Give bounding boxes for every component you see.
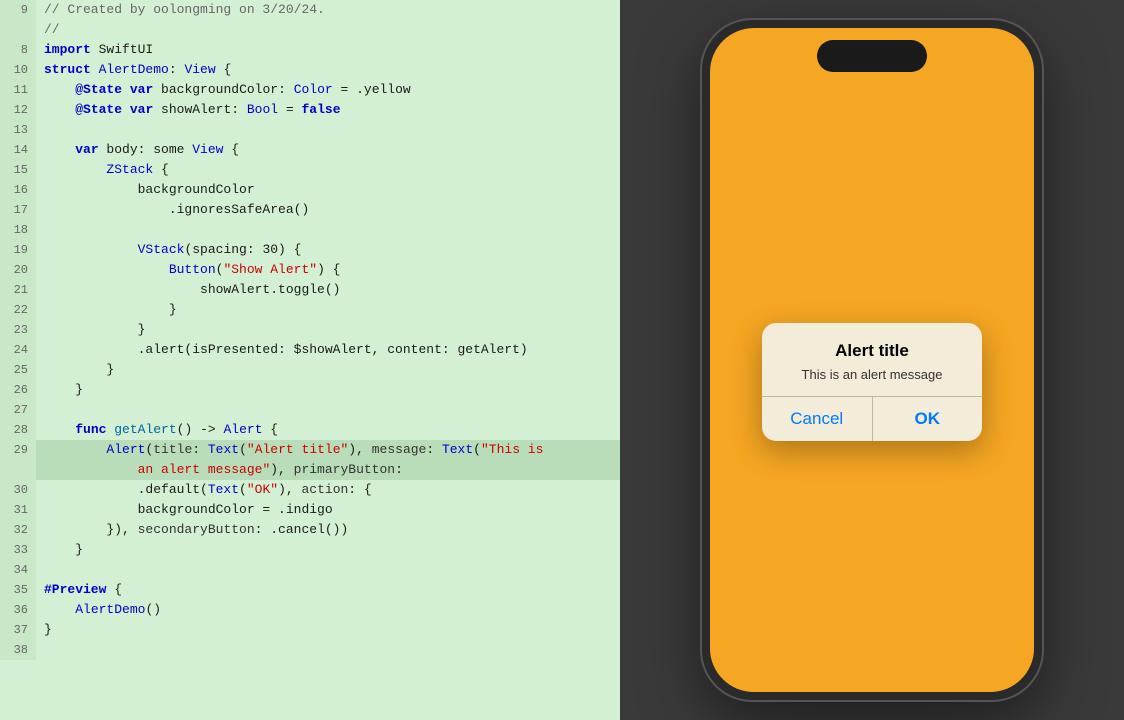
code-line: 13 (0, 120, 620, 140)
preview-panel: Alert title This is an alert message Can… (620, 0, 1124, 720)
code-line: 12 @State var showAlert: Bool = false (0, 100, 620, 120)
code-line: 35 #Preview { (0, 580, 620, 600)
phone-screen: Alert title This is an alert message Can… (710, 28, 1034, 692)
code-line: 9 // Created by oolongming on 3/20/24. (0, 0, 620, 20)
code-editor: 9 // Created by oolongming on 3/20/24. /… (0, 0, 620, 720)
phone-content: Alert title This is an alert message Can… (710, 72, 1034, 692)
code-line: 24 .alert(isPresented: $showAlert, conte… (0, 340, 620, 360)
code-line: 27 (0, 400, 620, 420)
alert-cancel-button[interactable]: Cancel (762, 397, 872, 441)
code-line: 38 (0, 640, 620, 660)
code-line: 15 ZStack { (0, 160, 620, 180)
code-line: 23 } (0, 320, 620, 340)
code-line: 20 Button("Show Alert") { (0, 260, 620, 280)
code-line: 18 (0, 220, 620, 240)
alert-body: Alert title This is an alert message (762, 323, 982, 396)
phone-mockup: Alert title This is an alert message Can… (702, 20, 1042, 700)
code-line: 8 import SwiftUI (0, 40, 620, 60)
code-line: 31 backgroundColor = .indigo (0, 500, 620, 520)
code-line: // (0, 20, 620, 40)
code-line: 25 } (0, 360, 620, 380)
dynamic-island (817, 40, 927, 72)
code-line: 17 .ignoresSafeArea() (0, 200, 620, 220)
code-line: 32 }), secondaryButton: .cancel()) (0, 520, 620, 540)
code-line: 29 Alert(title: Text("Alert title"), mes… (0, 440, 620, 460)
code-line: 21 showAlert.toggle() (0, 280, 620, 300)
code-line: 37 } (0, 620, 620, 640)
code-line: 10 struct AlertDemo: View { (0, 60, 620, 80)
alert-ok-button[interactable]: OK (873, 397, 983, 441)
code-line: an alert message"), primaryButton: (0, 460, 620, 480)
code-line: 28 func getAlert() -> Alert { (0, 420, 620, 440)
code-line: 14 var body: some View { (0, 140, 620, 160)
alert-dialog: Alert title This is an alert message Can… (762, 323, 982, 441)
code-line: 36 AlertDemo() (0, 600, 620, 620)
alert-title: Alert title (778, 341, 966, 361)
code-line: 33 } (0, 540, 620, 560)
code-line: 22 } (0, 300, 620, 320)
alert-message: This is an alert message (778, 367, 966, 382)
code-line: 11 @State var backgroundColor: Color = .… (0, 80, 620, 100)
alert-buttons: Cancel OK (762, 397, 982, 441)
code-line: 30 .default(Text("OK"), action: { (0, 480, 620, 500)
code-line: 26 } (0, 380, 620, 400)
code-line: 19 VStack(spacing: 30) { (0, 240, 620, 260)
code-line: 16 backgroundColor (0, 180, 620, 200)
code-content: 9 // Created by oolongming on 3/20/24. /… (0, 0, 620, 720)
code-line: 34 (0, 560, 620, 580)
